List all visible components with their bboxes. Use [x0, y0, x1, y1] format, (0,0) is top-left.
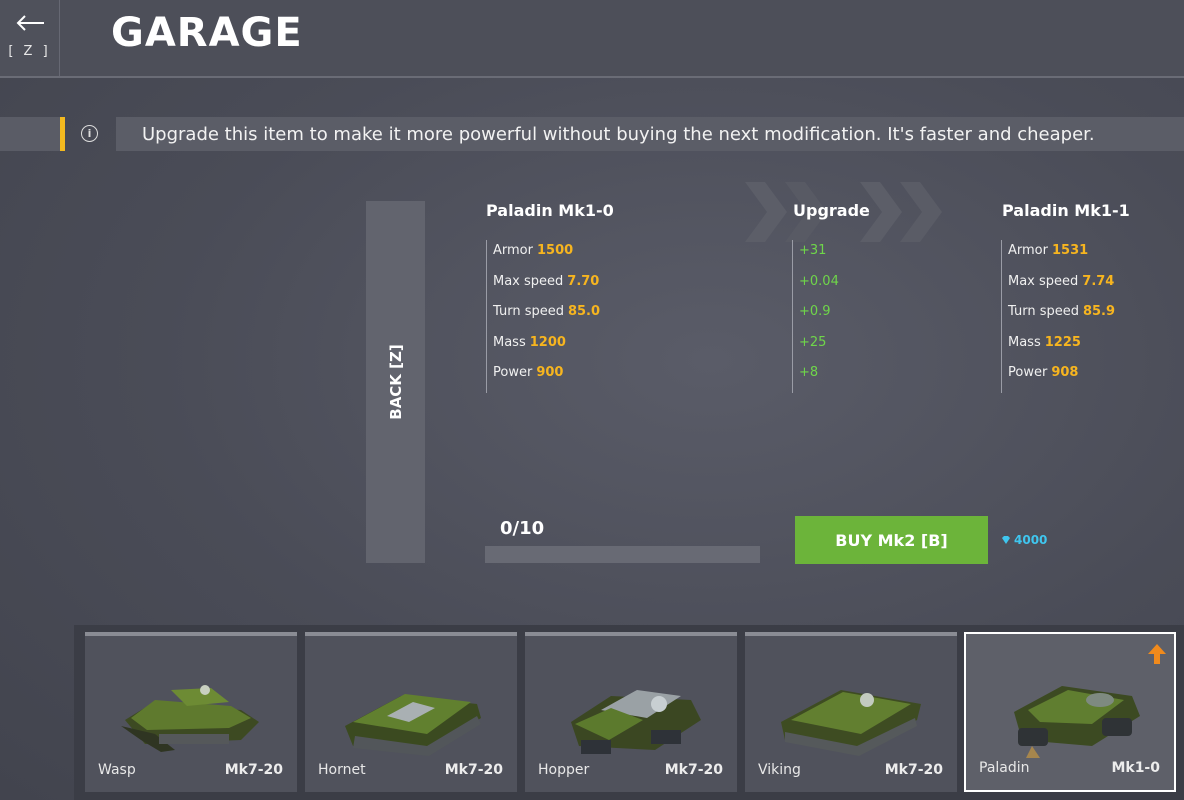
stat-value: 1500: [536, 243, 574, 258]
upgrade-progress-label: 0/10: [500, 518, 545, 539]
stat-label: Max speed: [1008, 273, 1079, 289]
stat-row: Mass 1200: [486, 331, 600, 362]
stat-label: Max speed: [493, 273, 564, 289]
hull-mod: Mk1-0: [1111, 760, 1160, 776]
hull-name: Hornet: [318, 762, 366, 778]
stat-value: 900: [536, 365, 564, 380]
info-banner: Upgrade this item to make it more powerf…: [116, 117, 1184, 151]
hull-name: Wasp: [98, 762, 136, 778]
stat-label: Turn speed: [493, 304, 564, 319]
stat-value: 85.9: [1082, 304, 1116, 319]
stat-value: 1200: [529, 334, 566, 350]
info-accent-stripe: [60, 117, 65, 151]
stat-row: Power 900: [486, 362, 600, 393]
stat-value: 1225: [1044, 334, 1081, 350]
stat-row: Turn speed 85.0: [486, 301, 600, 332]
stat-label: Power: [493, 365, 533, 380]
top-bar: [ Z ] GARAGE: [0, 0, 1184, 78]
delta-value: +31: [792, 240, 839, 271]
stat-label: Armor: [1008, 243, 1048, 258]
side-back-label: BACK [Z]: [386, 344, 405, 420]
back-button[interactable]: [ Z ]: [0, 0, 60, 76]
stat-value: 1531: [1051, 243, 1089, 258]
next-title: Paladin Mk1-1: [1002, 201, 1130, 220]
next-stats: Armor 1531 Max speed 7.74 Turn speed 85.9 M…: [1001, 240, 1115, 393]
stat-row: Turn speed 85.9: [1001, 301, 1115, 332]
hull-card-paladin[interactable]: Paladin Mk1-0: [964, 632, 1176, 792]
stat-row: Armor 1531: [1001, 240, 1115, 271]
info-text: Upgrade this item to make it more powerf…: [142, 123, 1095, 145]
stat-label: Power: [1008, 365, 1048, 380]
hull-card-hornet[interactable]: Hornet Mk7-20: [305, 632, 517, 792]
hull-card-hopper[interactable]: Hopper Mk7-20: [525, 632, 737, 792]
stat-value: 7.70: [567, 273, 600, 289]
stat-row: Mass 1225: [1001, 331, 1115, 362]
stat-row: Max speed 7.74: [1001, 270, 1115, 301]
hull-card-wasp[interactable]: Wasp Mk7-20: [85, 632, 297, 792]
back-hotkey: [ Z ]: [8, 43, 51, 59]
stat-label: Mass: [493, 334, 526, 350]
hull-name: Viking: [758, 762, 801, 778]
viking-hull-icon: [781, 690, 921, 756]
side-back-button[interactable]: BACK [Z]: [366, 201, 425, 563]
stat-value: 7.74: [1082, 273, 1115, 289]
page-title: GARAGE: [111, 10, 303, 56]
stat-row: Power 908: [1001, 362, 1115, 393]
stat-label: Mass: [1008, 334, 1041, 350]
buy-next-mod-button[interactable]: BUY Mk2 [B]: [795, 516, 988, 564]
upgrade-deltas: +31 +0.04 +0.9 +25 +8: [792, 240, 839, 393]
upgrade-title: Upgrade: [793, 201, 870, 220]
stat-row: Max speed 7.70: [486, 270, 600, 301]
hull-name: Hopper: [538, 762, 590, 778]
current-stats: Armor 1500 Max speed 7.70 Turn speed 85.0 M…: [486, 240, 600, 393]
stat-label: Turn speed: [1008, 304, 1079, 319]
price-value: 4000: [1014, 533, 1048, 547]
current-title: Paladin Mk1-0: [486, 201, 614, 220]
hull-mod: Mk7-20: [224, 762, 283, 778]
delta-value: +8: [792, 362, 839, 393]
hull-mod: Mk7-20: [664, 762, 723, 778]
hull-mod: Mk7-20: [444, 762, 503, 778]
hopper-hull-icon: [571, 690, 701, 754]
hull-mod: Mk7-20: [884, 762, 943, 778]
wasp-hull-icon: [121, 685, 259, 752]
price-tag: 4000: [1001, 533, 1047, 547]
info-icon: i: [81, 125, 98, 142]
crystal-icon: [1002, 536, 1010, 544]
hornet-hull-icon: [345, 694, 481, 756]
stat-value: 85.0: [567, 304, 601, 319]
stat-row: Armor 1500: [486, 240, 600, 271]
delta-value: +0.9: [792, 301, 839, 332]
delta-value: +0.04: [792, 270, 839, 301]
arrow-left-icon: [15, 12, 45, 36]
upgrade-progress-bar: [485, 546, 760, 563]
paladin-hull-icon: [1014, 686, 1140, 758]
info-banner-left: [0, 117, 60, 151]
delta-value: +25: [792, 331, 839, 362]
stat-value: 908: [1051, 365, 1079, 380]
hull-name: Paladin: [979, 760, 1030, 776]
stat-label: Armor: [493, 243, 533, 258]
hull-card-viking[interactable]: Viking Mk7-20: [745, 632, 957, 792]
